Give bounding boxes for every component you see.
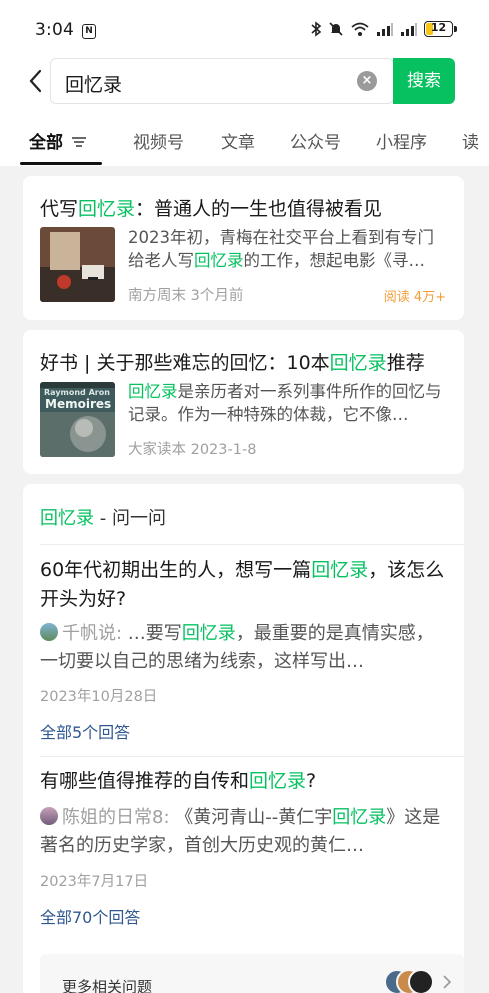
qa-header[interactable]: 回忆录 - 问一问 bbox=[40, 504, 166, 530]
more-questions-label: 更多相关问题 bbox=[62, 978, 153, 993]
article-time: 2023-1-8 bbox=[190, 442, 257, 458]
battery-level: 12 bbox=[430, 21, 447, 34]
avatar-stack bbox=[384, 969, 434, 993]
divider bbox=[40, 756, 464, 757]
article-meta: 南方周末 3个月前 bbox=[128, 284, 243, 305]
avatar bbox=[408, 969, 434, 993]
answer-snippet[interactable]: 陈姐的日常8: 《黄河青山--黄仁宇回忆录》这是著名的历史学家，首创大历史观的黄… bbox=[40, 804, 450, 860]
divider bbox=[40, 544, 464, 545]
chevron-right-icon bbox=[443, 975, 452, 989]
answer-snippet[interactable]: 千帆说: …要写回忆录，最重要的是真情实感，一切要以自己的思绪为线索，这样写出… bbox=[40, 620, 450, 676]
result-tabs: 全部 视频号 文章 公众号 小程序 读 bbox=[0, 108, 489, 166]
article-time: 3个月前 bbox=[190, 288, 244, 304]
search-input[interactable]: 回忆录 × bbox=[50, 58, 394, 104]
back-arrow-icon[interactable] bbox=[26, 68, 46, 94]
question-title[interactable]: 60年代初期出生的人，想写一篇回忆录，该怎么开头为好? bbox=[40, 556, 450, 614]
tab-accounts[interactable]: 公众号 bbox=[290, 128, 341, 153]
mute-bell-icon bbox=[329, 22, 343, 36]
article-snippet: 2023年初，青梅在社交平台上看到有专门给老人写回忆录的工作，想起电影《寻… bbox=[128, 228, 434, 270]
article-thumbnail: Raymond Aron Memoires bbox=[40, 382, 115, 457]
article-snippet: 回忆录是亲历者对一系列事件所作的回忆与记录。作为一种特殊的体裁，它不像… bbox=[128, 382, 442, 424]
tab-read[interactable]: 读 bbox=[462, 128, 479, 153]
answer-user: 千帆说: bbox=[62, 623, 123, 644]
article-source: 大家读本 bbox=[128, 442, 186, 458]
search-button[interactable]: 搜索 bbox=[393, 58, 455, 104]
status-time: 3:04 bbox=[35, 20, 74, 40]
article-title[interactable]: 代写回忆录：普通人的一生也值得被看见 bbox=[40, 194, 382, 221]
question-date: 2023年10月28日 bbox=[40, 689, 158, 705]
thumb-caption-title: Memoires bbox=[45, 397, 112, 411]
article-thumbnail bbox=[40, 227, 115, 302]
user-avatar bbox=[40, 623, 58, 641]
active-tab-indicator bbox=[20, 162, 102, 165]
answer-user: 陈姐的日常8: bbox=[62, 807, 170, 828]
bluetooth-icon bbox=[311, 21, 322, 37]
user-avatar bbox=[40, 807, 58, 825]
article-source: 南方周末 bbox=[128, 288, 186, 304]
status-icons: 12 bbox=[310, 21, 457, 37]
question-date: 2023年7月17日 bbox=[40, 874, 149, 890]
qa-card: 回忆录 - 问一问 60年代初期出生的人，想写一篇回忆录，该怎么开头为好? 千帆… bbox=[23, 484, 464, 993]
question-title[interactable]: 有哪些值得推荐的自传和回忆录? bbox=[40, 767, 450, 796]
more-questions-button[interactable]: 更多相关问题 bbox=[40, 954, 464, 993]
notification-icon: N bbox=[82, 24, 96, 39]
search-query: 回忆录 bbox=[65, 74, 123, 96]
filter-icon[interactable] bbox=[71, 135, 87, 149]
all-answers-link[interactable]: 全部70个回答 bbox=[40, 904, 140, 928]
thumb-caption-author: Raymond Aron bbox=[44, 388, 110, 397]
article-card[interactable]: 代写回忆录：普通人的一生也值得被看见 2023年初，青梅在社交平台上看到有专门给… bbox=[23, 176, 464, 320]
wifi-icon bbox=[351, 22, 369, 36]
tab-miniprograms[interactable]: 小程序 bbox=[376, 128, 427, 153]
battery-icon: 12 bbox=[424, 21, 453, 37]
signal-1-icon bbox=[377, 23, 393, 36]
tab-all[interactable]: 全部 bbox=[29, 128, 87, 153]
article-card[interactable]: 好书 | 关于那些难忘的回忆：10本回忆录推荐 Raymond Aron Mem… bbox=[23, 330, 464, 474]
signal-2-icon bbox=[401, 23, 417, 36]
clear-icon[interactable]: × bbox=[357, 71, 377, 91]
article-title[interactable]: 好书 | 关于那些难忘的回忆：10本回忆录推荐 bbox=[40, 348, 425, 375]
status-bar: 3:04 N 12 bbox=[0, 0, 489, 56]
article-reads: 阅读 4万+ bbox=[383, 290, 446, 305]
tab-channels[interactable]: 视频号 bbox=[133, 128, 184, 153]
all-answers-link[interactable]: 全部5个回答 bbox=[40, 719, 130, 743]
search-bar: 回忆录 × 搜索 bbox=[0, 56, 489, 108]
article-meta: 大家读本 2023-1-8 bbox=[128, 438, 256, 459]
tab-articles[interactable]: 文章 bbox=[221, 128, 255, 153]
